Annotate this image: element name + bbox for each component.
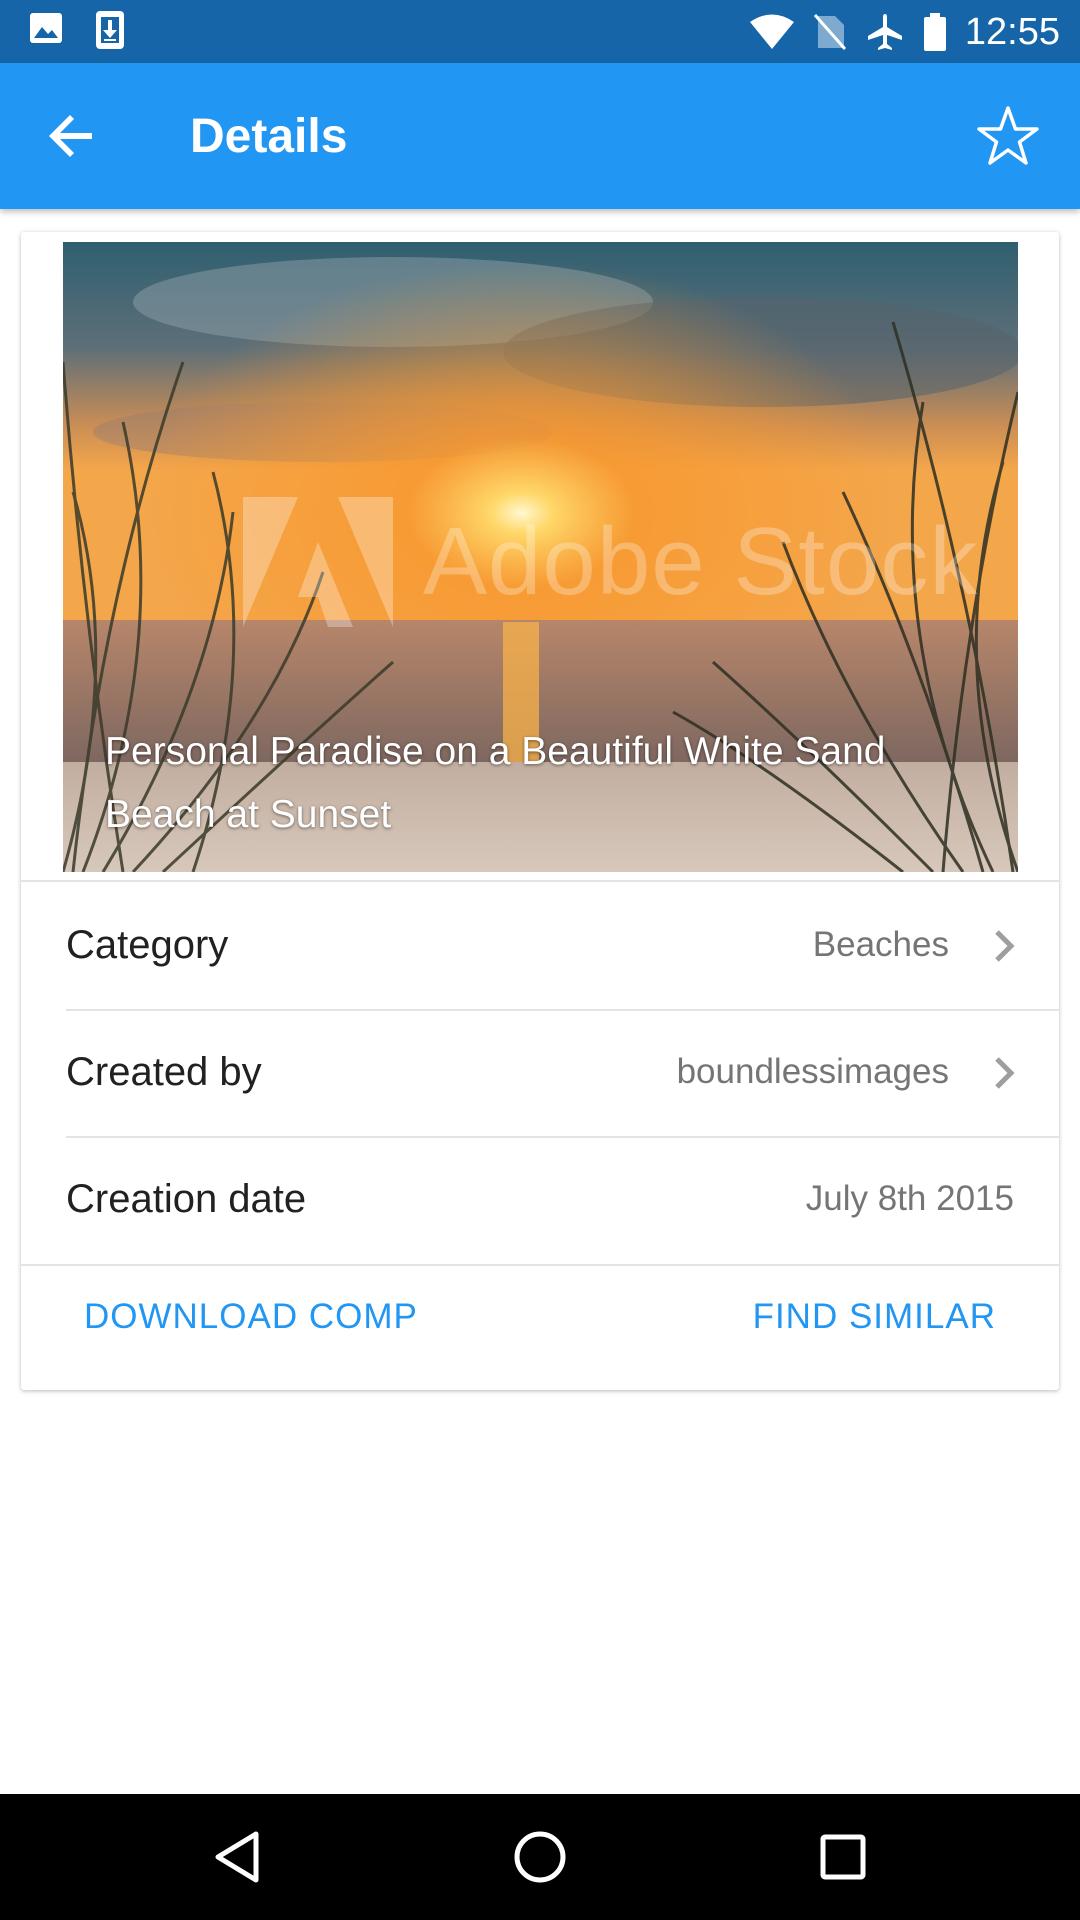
category-label: Category (66, 922, 229, 967)
creation-date-value: July 8th 2015 (805, 1179, 1014, 1218)
nav-home-button[interactable] (507, 1824, 573, 1890)
stock-image[interactable]: Adobe Stock Personal Paradise on a Beaut… (63, 242, 1018, 872)
chevron-right-icon (995, 930, 1015, 962)
download-comp-button[interactable]: DOWNLOAD COMP (84, 1297, 418, 1337)
battery-icon (923, 13, 946, 51)
created-by-row[interactable]: Created by boundlessimages (21, 1009, 1059, 1135)
image-icon (30, 13, 62, 43)
chevron-right-icon (995, 1057, 1015, 1089)
nav-recents-button[interactable] (810, 1824, 876, 1890)
star-outline-icon (977, 106, 1039, 165)
back-triangle-icon (215, 1831, 259, 1883)
back-button[interactable] (44, 108, 100, 164)
no-sim-icon (813, 14, 847, 50)
wifi-icon (749, 14, 794, 49)
arrow-left-icon (49, 115, 92, 157)
category-value: Beaches (812, 925, 949, 964)
status-time: 12:55 (964, 11, 1060, 53)
category-row[interactable]: Category Beaches (21, 882, 1059, 1008)
details-card: Adobe Stock Personal Paradise on a Beaut… (21, 232, 1059, 1390)
adobe-logo-icon (243, 497, 393, 627)
favorite-button[interactable] (972, 101, 1044, 173)
download-icon (96, 11, 124, 49)
nav-back-button[interactable] (204, 1824, 270, 1890)
status-bar: 12:55 (0, 0, 1080, 63)
creation-date-label: Creation date (66, 1176, 307, 1221)
find-similar-button[interactable]: FIND SIMILAR (753, 1297, 996, 1337)
watermark-text: Adobe Stock (423, 508, 979, 615)
image-title: Personal Paradise on a Beautiful White S… (105, 730, 886, 836)
recents-square-icon (820, 1834, 866, 1880)
airplane-icon (867, 14, 902, 50)
navigation-bar (0, 1794, 1080, 1920)
created-by-label: Created by (66, 1049, 262, 1094)
watermark: Adobe Stock (243, 497, 978, 627)
created-by-value: boundlessimages (676, 1052, 949, 1091)
divider (21, 1264, 1059, 1266)
creation-date-row: Creation date July 8th 2015 (21, 1136, 1059, 1262)
page-title: Details (190, 110, 348, 163)
home-circle-icon (514, 1831, 566, 1883)
app-bar: Details (0, 63, 1080, 209)
